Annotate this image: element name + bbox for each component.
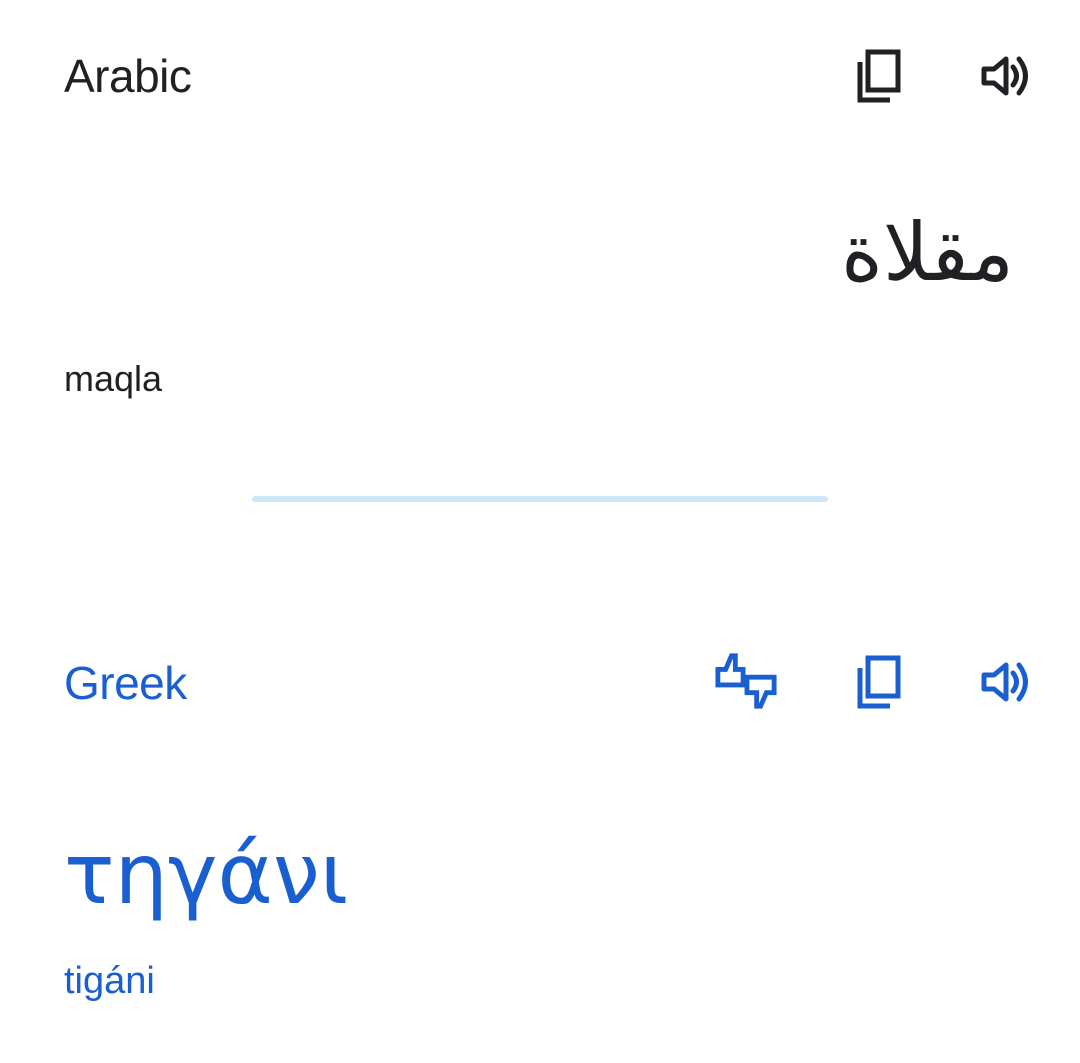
speaker-icon [981, 56, 1028, 96]
target-copy-button[interactable] [848, 650, 912, 714]
target-language-label[interactable]: Greek [64, 660, 187, 706]
rate-translation-button[interactable] [714, 650, 778, 714]
speaker-icon [981, 662, 1028, 702]
rate-translation-icon [715, 653, 777, 709]
source-speak-button[interactable] [974, 44, 1038, 108]
target-text[interactable]: τηγάνι [64, 828, 348, 921]
target-speak-button[interactable] [974, 650, 1038, 714]
source-language-label[interactable]: Arabic [64, 53, 192, 99]
target-transliteration: tigáni [64, 960, 155, 1002]
source-copy-button[interactable] [848, 44, 912, 108]
copy-icon [857, 49, 901, 103]
panel-divider [252, 496, 828, 502]
source-transliteration: maqla [64, 358, 163, 399]
copy-icon [857, 655, 901, 709]
source-text[interactable]: مقلاة [841, 205, 1014, 301]
